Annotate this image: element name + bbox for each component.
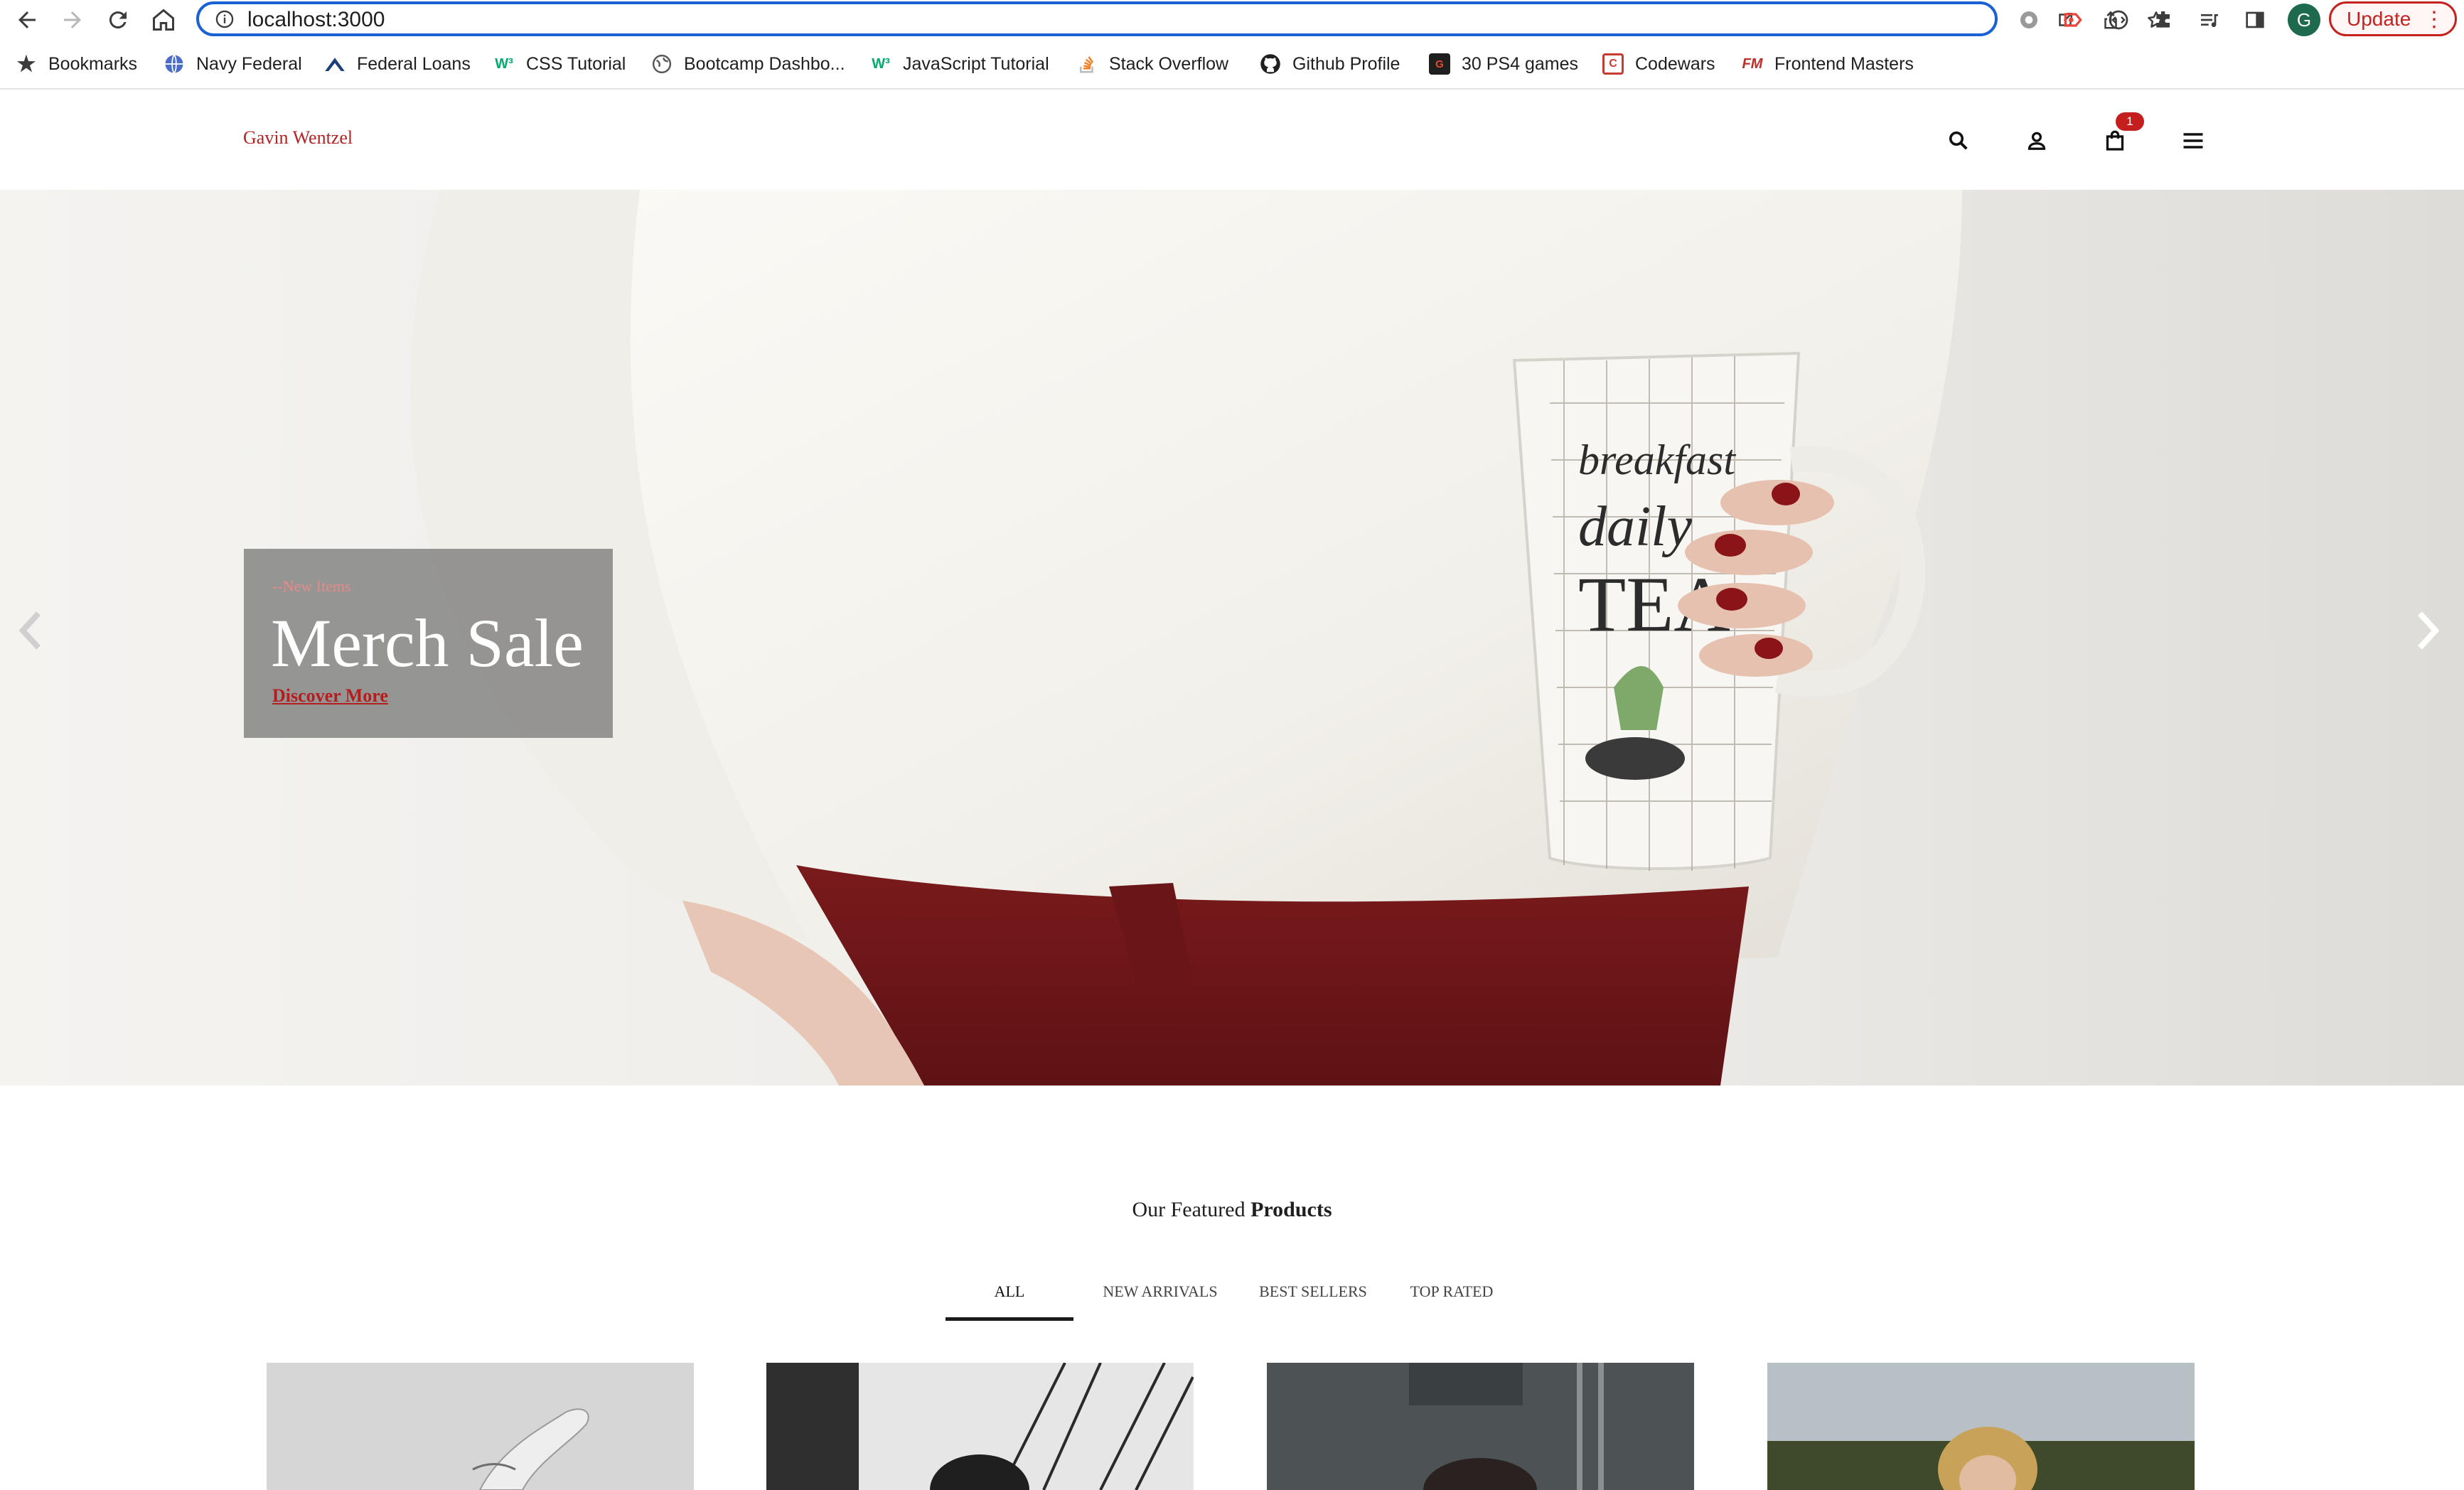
browser-toolbar: localhost:3000 G Update ⋮	[0, 0, 2464, 39]
federal-loans-logo-icon	[324, 53, 346, 75]
brand-logo-link[interactable]: Gavin Wentzel	[243, 127, 353, 149]
tab-top-rated[interactable]: TOP RATED	[1393, 1274, 1510, 1321]
codewars-logo-icon: C	[1602, 53, 1624, 75]
product-card[interactable]	[1767, 1363, 2195, 1490]
profile-avatar[interactable]: G	[2288, 4, 2320, 36]
hero-title: Merch Sale	[271, 605, 584, 681]
bookmarks-bar: ★ Bookmarks Navy Federal Federal Loans W…	[0, 47, 2464, 81]
product-filter-tabs: ALL NEW ARRIVALS BEST SELLERS TOP RATED	[946, 1274, 1540, 1321]
svg-text:daily: daily	[1578, 495, 1692, 558]
product-image	[1767, 1363, 2195, 1490]
bookmark-github-profile[interactable]: Github Profile	[1260, 48, 1400, 80]
games-site-logo-icon: G	[1429, 53, 1450, 75]
reload-button[interactable]	[102, 4, 134, 36]
search-button[interactable]	[1942, 124, 1975, 157]
bookmark-frontend-masters[interactable]: FM Frontend Masters	[1742, 48, 1914, 80]
bookmark-codewars[interactable]: C Codewars	[1602, 48, 1715, 80]
media-queue-icon[interactable]	[2195, 6, 2224, 34]
bookmark-30-ps4-games[interactable]: G 30 PS4 games	[1429, 48, 1578, 80]
bookmark-label: Navy Federal	[196, 53, 302, 74]
bookmark-label: 30 PS4 games	[1462, 53, 1578, 74]
chevron-right-icon	[2418, 611, 2440, 650]
address-bar[interactable]: localhost:3000	[196, 1, 2165, 36]
bookmark-label: Stack Overflow	[1109, 53, 1229, 74]
frontend-masters-logo-icon: FM	[1742, 55, 1763, 72]
bookmark-css-tutorial[interactable]: W³ CSS Tutorial	[493, 48, 626, 80]
tab-best-sellers[interactable]: BEST SELLERS	[1247, 1274, 1379, 1321]
heading-prefix: Our Featured	[1132, 1198, 1246, 1221]
arrow-left-icon	[18, 11, 36, 28]
svg-text:breakfast: breakfast	[1578, 436, 1736, 483]
site-header: Gavin Wentzel 1	[0, 90, 2464, 190]
site-info-icon[interactable]	[215, 9, 235, 29]
forward-button[interactable]	[57, 4, 88, 36]
bookmark-label: JavaScript Tutorial	[903, 53, 1049, 74]
more-vertical-icon: ⋮	[2423, 8, 2445, 31]
w3schools-logo-icon: W³	[872, 55, 890, 72]
hero-caption-card: --New Items Merch Sale Discover More	[244, 549, 613, 738]
hero-carousel: breakfast daily TEA --New Items Merch Sa…	[0, 190, 2464, 1086]
chevron-left-icon	[18, 611, 41, 650]
github-logo-icon	[1260, 53, 1281, 75]
user-icon	[2028, 132, 2046, 150]
account-button[interactable]	[2020, 124, 2053, 157]
home-icon	[153, 9, 174, 31]
carousel-prev-button[interactable]	[10, 602, 53, 659]
bookmark-javascript-tutorial[interactable]: W³ JavaScript Tutorial	[870, 48, 1049, 80]
bookmark-label: Bootcamp Dashbo...	[684, 53, 845, 74]
bookmark-label: Frontend Masters	[1774, 53, 1914, 74]
product-image	[267, 1363, 694, 1490]
extension-record-icon[interactable]	[2059, 6, 2087, 34]
bookmark-label: Codewars	[1635, 53, 1715, 74]
back-button[interactable]	[11, 4, 43, 36]
search-icon	[1949, 131, 1968, 150]
bookmark-bootcamp-dashboard[interactable]: Bootcamp Dashbo...	[651, 48, 845, 80]
product-card[interactable]	[766, 1363, 1194, 1490]
update-button[interactable]: Update ⋮	[2329, 1, 2457, 36]
arrow-right-icon	[64, 11, 81, 28]
menu-button[interactable]	[2177, 124, 2209, 157]
home-button[interactable]	[148, 4, 179, 36]
bookmark-label: Federal Loans	[357, 53, 471, 74]
carousel-next-button[interactable]	[2406, 602, 2448, 659]
globe-icon	[164, 53, 185, 75]
star-icon: ★	[16, 52, 36, 76]
product-card[interactable]	[1267, 1363, 1694, 1490]
side-panel-icon[interactable]	[2241, 6, 2269, 34]
bookmark-navy-federal[interactable]: Navy Federal	[164, 48, 302, 80]
hero-kicker: --New Items	[272, 577, 351, 595]
cart-count-badge: 1	[2116, 112, 2144, 131]
stack-overflow-logo-icon	[1076, 53, 1098, 75]
tab-all[interactable]: ALL	[946, 1274, 1073, 1321]
bookmark-label: Github Profile	[1292, 53, 1400, 74]
tab-new-arrivals[interactable]: NEW ARRIVALS	[1088, 1274, 1233, 1321]
bookmark-federal-loans[interactable]: Federal Loans	[324, 48, 471, 80]
extension-code-icon[interactable]	[2104, 6, 2133, 34]
bookmark-label: CSS Tutorial	[526, 53, 626, 74]
chrome-divider	[0, 88, 2464, 90]
shopping-bag-icon	[2106, 130, 2124, 151]
product-image	[1267, 1363, 1694, 1490]
discover-more-link[interactable]: Discover More	[272, 685, 388, 707]
bookmark-label: Bookmarks	[48, 53, 138, 74]
update-label: Update	[2347, 7, 2411, 30]
bookmark-bookmarks[interactable]: ★ Bookmarks	[16, 48, 138, 80]
globe-icon	[651, 53, 673, 75]
extension-gear-icon[interactable]	[2015, 6, 2043, 34]
extensions-puzzle-icon[interactable]	[2150, 6, 2178, 34]
url-text[interactable]: localhost:3000	[247, 7, 385, 32]
reload-icon	[109, 11, 127, 29]
heading-bold: Products	[1250, 1198, 1332, 1221]
bookmark-stack-overflow[interactable]: Stack Overflow	[1076, 48, 1228, 80]
featured-products-heading: Our Featured Products	[0, 1198, 2464, 1222]
product-card[interactable]	[267, 1363, 694, 1490]
product-image	[766, 1363, 1194, 1490]
hamburger-menu-icon	[2183, 133, 2203, 149]
w3schools-logo-icon: W³	[495, 55, 513, 72]
